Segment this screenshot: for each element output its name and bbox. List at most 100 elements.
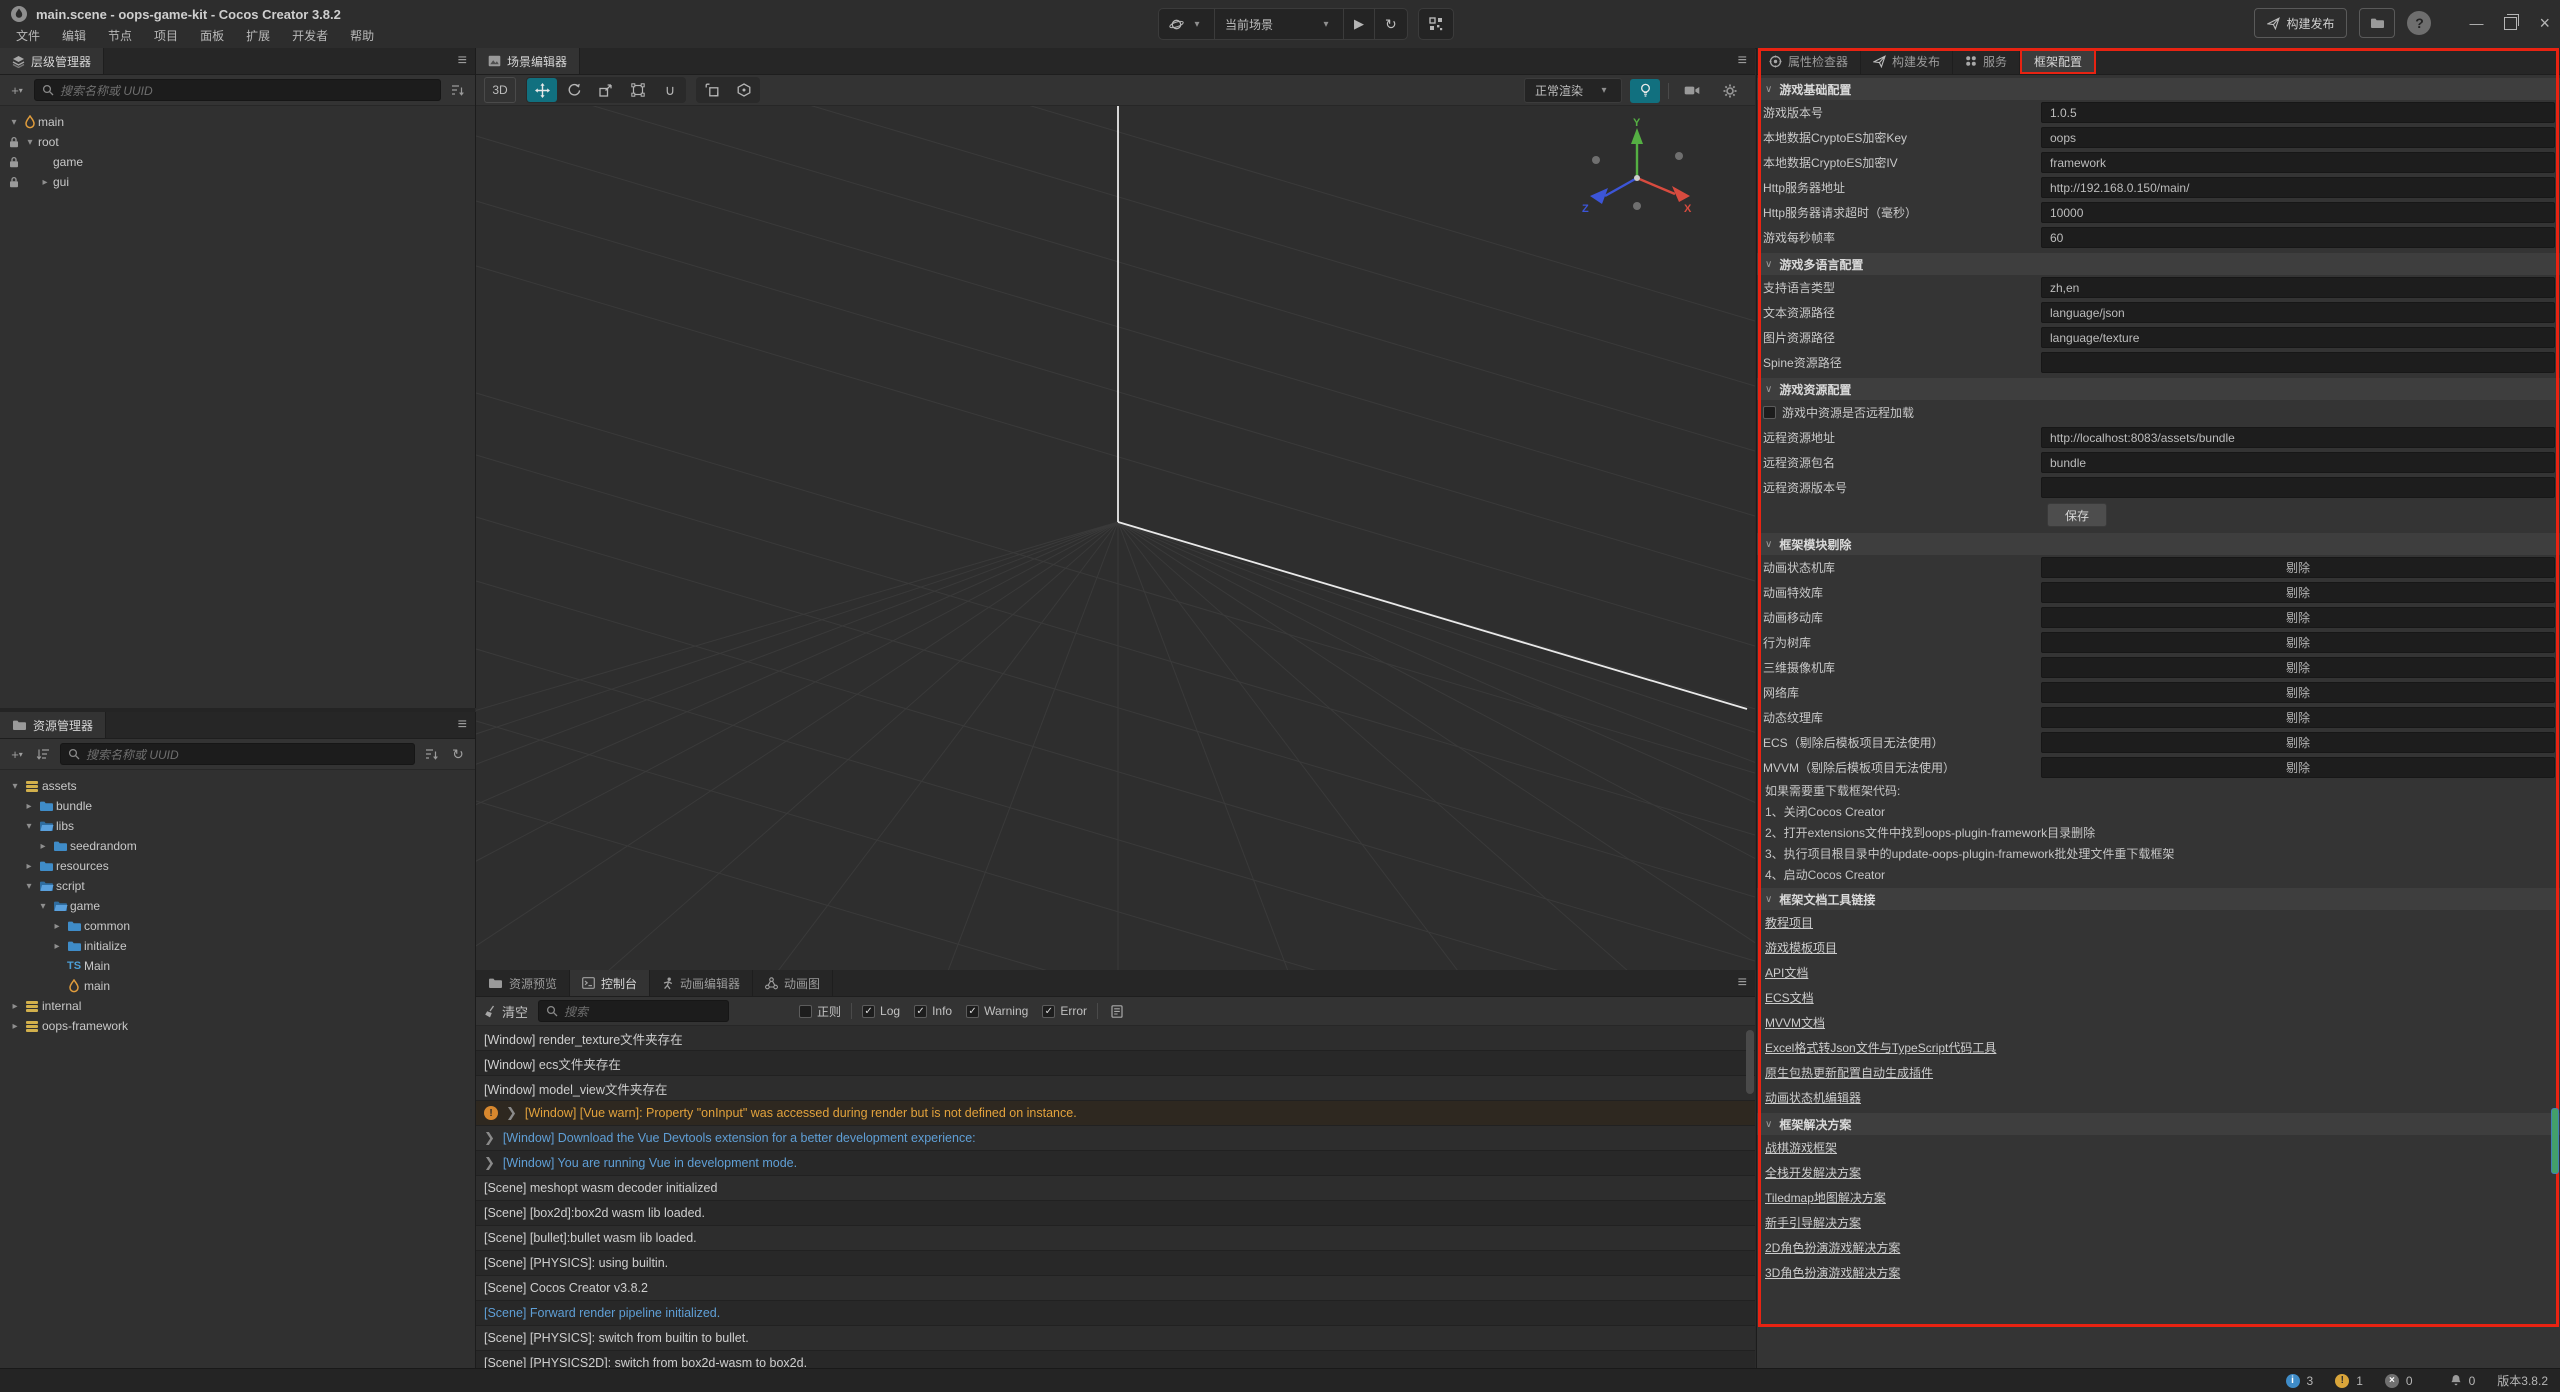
- asset-node-common[interactable]: ▸common: [0, 916, 475, 936]
- solution-link[interactable]: 战棋游戏框架: [1765, 1139, 1837, 1156]
- qr-preview-button[interactable]: [1418, 8, 1454, 40]
- expand-chevron-icon[interactable]: ▸: [22, 861, 36, 872]
- console-menu-button[interactable]: ≡: [1738, 970, 1747, 996]
- solution-link[interactable]: 3D角色扮演游戏解决方案: [1765, 1264, 1900, 1281]
- expand-chevron-icon[interactable]: ▾: [8, 781, 22, 792]
- hierarchy-search-input[interactable]: 搜索名称或 UUID: [34, 79, 441, 101]
- section-header-框架模块剔除[interactable]: ∨框架模块剔除: [1757, 533, 2560, 555]
- bell-icon[interactable]: [2450, 1374, 2462, 1387]
- asset-node-resources[interactable]: ▸resources: [0, 856, 475, 876]
- hierarchy-menu-button[interactable]: ≡: [458, 48, 467, 74]
- doc-link[interactable]: Excel格式转Json文件与TypeScript代码工具: [1765, 1039, 1996, 1056]
- log-row[interactable]: [Scene] Cocos Creator v3.8.2: [476, 1276, 1755, 1301]
- section-header-游戏资源配置[interactable]: ∨游戏资源配置: [1757, 378, 2560, 400]
- tab-框架配置[interactable]: 框架配置: [2020, 48, 2096, 74]
- module-remove-button[interactable]: 剔除: [2041, 582, 2555, 603]
- field-input-游戏版本号[interactable]: 1.0.5: [2041, 102, 2555, 123]
- expand-chevron-icon[interactable]: ❯: [506, 1105, 517, 1121]
- menu-扩展[interactable]: 扩展: [240, 27, 276, 45]
- tab-控制台[interactable]: 控制台: [570, 970, 650, 996]
- solution-link[interactable]: 全栈开发解决方案: [1765, 1164, 1861, 1181]
- asset-node-game[interactable]: ▾game: [0, 896, 475, 916]
- filter-info-checkbox[interactable]: ✓Info: [914, 1004, 952, 1018]
- mode-3d-button[interactable]: 3D: [484, 77, 516, 103]
- field-input-Spine资源路径[interactable]: [2041, 352, 2555, 373]
- asset-node-internal[interactable]: ▸internal: [0, 996, 475, 1016]
- gizmo-union-button[interactable]: ∪: [655, 78, 685, 102]
- orientation-gizmo[interactable]: Y X Z: [1580, 116, 1700, 236]
- tab-动画图[interactable]: 动画图: [753, 970, 833, 996]
- tab-资源预览[interactable]: 资源预览: [476, 970, 570, 996]
- field-input-游戏每秒帧率[interactable]: 60: [2041, 227, 2555, 248]
- warning-count-icon[interactable]: !: [2335, 1374, 2349, 1388]
- checkbox-box[interactable]: ✓: [1042, 1005, 1055, 1018]
- asset-node-initialize[interactable]: ▸initialize: [0, 936, 475, 956]
- expand-chevron-icon[interactable]: ▾: [22, 821, 36, 832]
- asset-node-Main[interactable]: TSMain: [0, 956, 475, 976]
- expand-chevron-icon[interactable]: ❯: [484, 1130, 495, 1146]
- save-button[interactable]: 保存: [2047, 503, 2107, 527]
- filter-log-checkbox[interactable]: ✓Log: [862, 1004, 900, 1018]
- section-header-框架解决方案[interactable]: ∨框架解决方案: [1757, 1113, 2560, 1135]
- log-row[interactable]: [Scene] [PHYSICS2D]: switch from box2d-w…: [476, 1351, 1755, 1368]
- log-row[interactable]: [Scene] [bullet]:bullet wasm lib loaded.: [476, 1226, 1755, 1251]
- doc-link[interactable]: 游戏模板项目: [1765, 939, 1837, 956]
- preview-browser-button[interactable]: ▾: [1159, 9, 1215, 39]
- field-input-Http服务器请求超时（毫秒）[interactable]: 10000: [2041, 202, 2555, 223]
- log-row[interactable]: [Window] ecs文件夹存在: [476, 1051, 1755, 1076]
- checkbox-box[interactable]: ✓: [862, 1005, 875, 1018]
- section-header-游戏多语言配置[interactable]: ∨游戏多语言配置: [1757, 253, 2560, 275]
- expand-chevron-icon[interactable]: ▸: [8, 1001, 22, 1012]
- expand-chevron-icon[interactable]: ❯: [484, 1155, 495, 1171]
- filter-error-checkbox[interactable]: ✓Error: [1042, 1004, 1087, 1018]
- tab-属性检查器[interactable]: 属性检查器: [1757, 48, 1861, 74]
- module-remove-button[interactable]: 剔除: [2041, 682, 2555, 703]
- field-input-本地数据CryptoES加密Key[interactable]: oops: [2041, 127, 2555, 148]
- asset-node-assets[interactable]: ▾assets: [0, 776, 475, 796]
- section-header-框架文档工具链接[interactable]: ∨框架文档工具链接: [1757, 888, 2560, 910]
- assets-search-input[interactable]: 搜索名称或 UUID: [60, 743, 415, 765]
- hierarchy-node-game[interactable]: game: [0, 152, 475, 172]
- expand-chevron-icon[interactable]: ▾: [22, 881, 36, 892]
- tab-hierarchy[interactable]: 层级管理器: [0, 48, 104, 74]
- field-input-远程资源包名[interactable]: bundle: [2041, 452, 2555, 473]
- log-row[interactable]: [Window] model_view文件夹存在: [476, 1076, 1755, 1101]
- tab-scene-editor[interactable]: 场景编辑器: [476, 48, 580, 74]
- assets-create-button[interactable]: +▾: [8, 744, 26, 764]
- asset-node-oops-framework[interactable]: ▸oops-framework: [0, 1016, 475, 1036]
- preview-scene-select[interactable]: 当前场景 ▾: [1215, 9, 1344, 39]
- module-remove-button[interactable]: 剔除: [2041, 732, 2555, 753]
- section-header-游戏基础配置[interactable]: ∨游戏基础配置: [1757, 78, 2560, 100]
- expand-chevron-icon[interactable]: ▸: [50, 921, 64, 932]
- rotate-tool-button[interactable]: [559, 78, 589, 102]
- solution-link[interactable]: Tiledmap地图解决方案: [1765, 1189, 1886, 1206]
- filter-warning-checkbox[interactable]: ✓Warning: [966, 1004, 1028, 1018]
- module-remove-button[interactable]: 剔除: [2041, 607, 2555, 628]
- field-input-文本资源路径[interactable]: language/json: [2041, 302, 2555, 323]
- tab-构建发布[interactable]: 构建发布: [1861, 48, 1953, 74]
- console-clear-button[interactable]: 清空: [484, 1001, 528, 1021]
- rect-tool-button[interactable]: [623, 78, 653, 102]
- hierarchy-node-gui[interactable]: ▸gui: [0, 172, 475, 192]
- tab-动画编辑器[interactable]: 动画编辑器: [650, 970, 753, 996]
- tab-服务[interactable]: 服务: [1953, 48, 2020, 74]
- restore-button[interactable]: [2504, 17, 2517, 30]
- checkbox-box[interactable]: ✓: [966, 1005, 979, 1018]
- tab-assets[interactable]: 资源管理器: [0, 712, 106, 738]
- expand-chevron-icon[interactable]: ▸: [37, 177, 53, 188]
- render-mode-select[interactable]: 正常渲染 ▾: [1524, 78, 1622, 103]
- assets-sort-button[interactable]: [34, 744, 52, 764]
- menu-编辑[interactable]: 编辑: [56, 27, 92, 45]
- regex-checkbox-box[interactable]: [799, 1005, 812, 1018]
- module-remove-button[interactable]: 剔除: [2041, 707, 2555, 728]
- coordinate-toggle-button[interactable]: [729, 78, 759, 102]
- log-row[interactable]: [Scene] [PHYSICS]: using builtin.: [476, 1251, 1755, 1276]
- log-row[interactable]: [Scene] Forward render pipeline initiali…: [476, 1301, 1755, 1326]
- asset-node-script[interactable]: ▾script: [0, 876, 475, 896]
- info-count-icon[interactable]: i: [2286, 1374, 2300, 1388]
- open-log-file-button[interactable]: [1108, 1001, 1126, 1021]
- menu-文件[interactable]: 文件: [10, 27, 46, 45]
- menu-开发者[interactable]: 开发者: [286, 27, 334, 45]
- move-tool-button[interactable]: [527, 78, 557, 102]
- expand-chevron-icon[interactable]: ▸: [22, 801, 36, 812]
